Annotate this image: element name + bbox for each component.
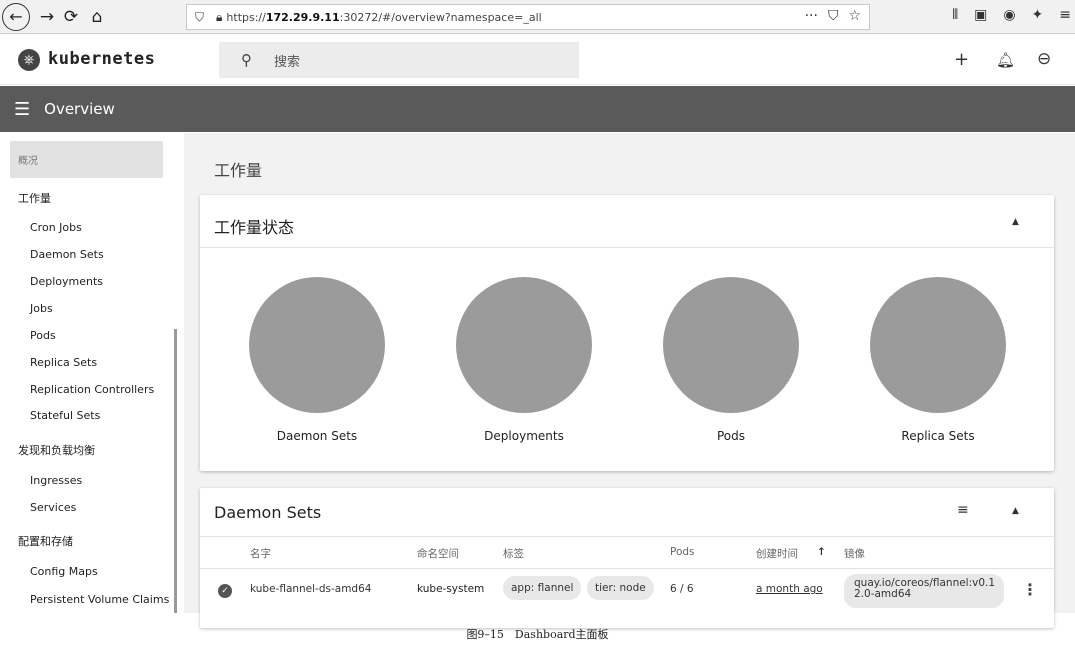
lock-icon: 🔒︎	[216, 9, 223, 24]
column-header-pods: Pods	[670, 546, 695, 558]
shield-icon: ⛉	[195, 9, 205, 24]
row-created-time: a month ago	[756, 583, 823, 595]
collapse-up-icon[interactable]: ▲	[1012, 506, 1019, 516]
image-line-2: 2.0-amd64	[854, 588, 912, 600]
row-divider	[200, 568, 1054, 569]
page-title: 工作量	[214, 161, 263, 180]
label-chip: tier: node	[587, 576, 654, 600]
sidebar-item-overview[interactable]: 概况	[18, 152, 201, 167]
home-icon[interactable]: ⌂	[84, 4, 110, 30]
sidebar: 概况 工作量 Cron Jobs Daemon Sets Deployments…	[0, 133, 183, 613]
notifications-bell-icon[interactable]: 🔔︎	[996, 51, 1015, 69]
status-label-deployments: Deployments	[484, 429, 564, 443]
sidebar-icon[interactable]: ▣	[974, 7, 987, 23]
status-label-daemon-sets: Daemon Sets	[276, 429, 358, 443]
status-chart-daemon-sets[interactable]	[249, 277, 385, 413]
back-arrow-icon[interactable]: ←	[2, 2, 30, 31]
card-divider	[200, 536, 1054, 537]
app-header: ⎈ kubernetes ⚲ 搜索 + 🔔︎ ⊖	[0, 35, 1075, 85]
sidebar-scrollbar[interactable]	[174, 329, 177, 613]
toolbar-title: Overview	[44, 100, 115, 118]
daemon-sets-card: Daemon Sets ≡ ▲ 名字 命名空间 标签 Pods 创建时间 ↑ 镜…	[200, 488, 1054, 628]
row-pods-count: 6 / 6	[670, 583, 694, 595]
account-icon[interactable]: ◉	[1003, 7, 1015, 23]
reload-icon[interactable]: ⟳	[58, 4, 84, 30]
status-label-pods: Pods	[716, 429, 746, 443]
library-icon[interactable]: ⫴	[952, 7, 958, 23]
kubernetes-logo-icon[interactable]: ⎈	[18, 49, 40, 71]
sidebar-section-workloads[interactable]: 工作量	[18, 190, 201, 206]
browser-toolbar: ← → ⟳ ⌂ ⛉ 🔒︎ https://172.29.9.11:30272/#…	[0, 0, 1075, 34]
bookmark-star-icon[interactable]: ☆	[848, 8, 861, 24]
page-actions-icon[interactable]: ···	[805, 8, 818, 24]
user-account-icon[interactable]: ⊖	[1037, 49, 1051, 69]
row-name-link[interactable]: kube-flannel-ds-amd64	[250, 583, 371, 595]
menu-icon[interactable]: ≡	[1059, 7, 1071, 23]
address-bar[interactable]: ⛉ 🔒︎ https://172.29.9.11:30272/#/overvie…	[186, 4, 870, 30]
column-header-created[interactable]: 创建时间	[756, 546, 798, 561]
logo-text[interactable]: kubernetes	[48, 49, 155, 69]
workload-status-card: 工作量状态 ▲ Daemon Sets Deployments Pods Rep…	[200, 195, 1054, 471]
url-text: https://172.29.9.11:30272/#/overview?nam…	[226, 10, 542, 24]
status-label-replica-sets: Replica Sets	[901, 429, 975, 443]
status-ok-check-icon: ✓	[218, 584, 232, 598]
collapse-up-icon[interactable]: ▲	[1012, 217, 1019, 227]
search-input[interactable]: ⚲ 搜索	[219, 42, 579, 78]
create-plus-icon[interactable]: +	[954, 49, 969, 70]
label-chip: app: flannel	[503, 576, 582, 600]
card-title: Daemon Sets	[214, 503, 322, 522]
app-toolbar: ☰ Overview	[0, 86, 1075, 132]
hamburger-menu-icon[interactable]: ☰	[14, 99, 30, 120]
status-chart-replica-sets[interactable]	[870, 277, 1006, 413]
pocket-icon[interactable]: ⛉	[828, 8, 839, 24]
search-icon: ⚲	[241, 51, 252, 69]
column-header-labels: 标签	[503, 548, 524, 560]
row-actions-kebab-icon[interactable]: ⋮	[1022, 580, 1038, 599]
status-chart-pods[interactable]	[663, 277, 799, 413]
search-placeholder: 搜索	[274, 54, 301, 70]
column-header-namespace[interactable]: 命名空间	[417, 546, 459, 561]
status-chart-deployments[interactable]	[456, 277, 592, 413]
card-divider	[200, 247, 1054, 248]
filter-icon[interactable]: ≡	[957, 502, 969, 518]
extensions-icon[interactable]: ✦	[1032, 7, 1044, 23]
card-title: 工作量状态	[214, 218, 295, 237]
image-chip: quay.io/coreos/flannel:v0.1 2.0-amd64	[844, 574, 1004, 608]
main-content: 工作量 工作量状态 ▲ Daemon Sets Deployments Pods…	[184, 133, 1075, 628]
column-header-name[interactable]: 名字	[250, 546, 271, 561]
figure-caption: 图9–15 Dashboard主面板	[466, 628, 609, 641]
column-header-image: 镜像	[844, 548, 865, 560]
row-namespace: kube-system	[417, 583, 485, 595]
forward-arrow-icon[interactable]: →	[34, 4, 60, 30]
sort-arrow-icon[interactable]: ↑	[817, 546, 826, 558]
